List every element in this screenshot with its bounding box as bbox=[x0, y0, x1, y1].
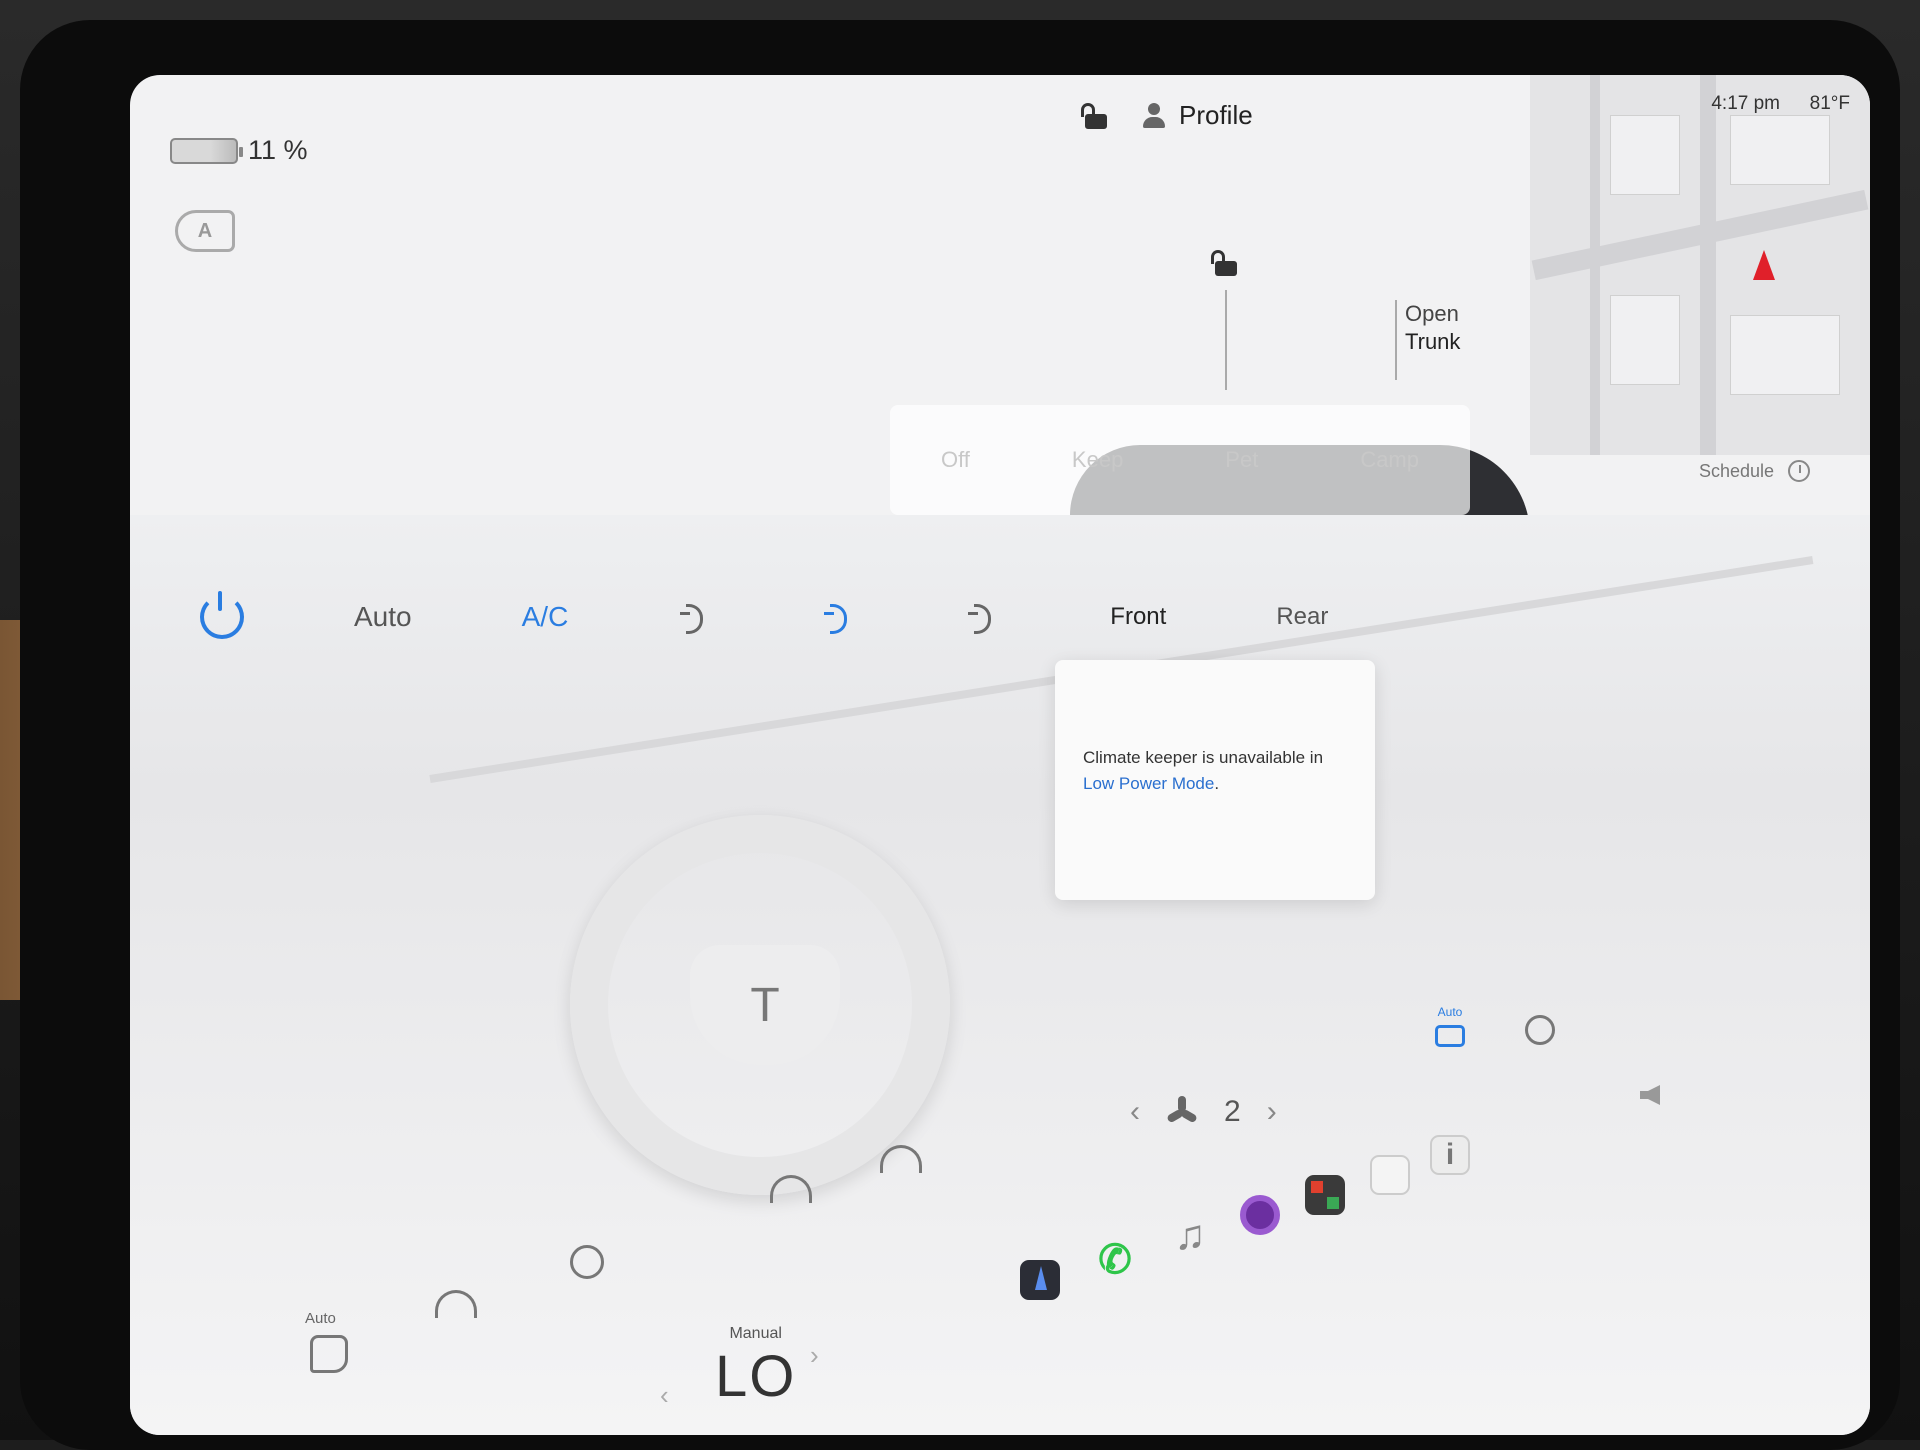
vent-icon[interactable] bbox=[678, 600, 712, 634]
clock-icon bbox=[1788, 460, 1810, 482]
battery-icon bbox=[170, 138, 238, 164]
temperature-control: Manual LO bbox=[715, 1325, 796, 1410]
tab-front[interactable]: Front bbox=[1110, 603, 1166, 631]
keeper-off[interactable]: Off bbox=[941, 447, 970, 473]
steering-heat-icon[interactable] bbox=[570, 1245, 604, 1279]
info-icon[interactable]: i bbox=[1430, 1135, 1470, 1175]
climate-keeper-popup: Climate keeper is unavailable in Low Pow… bbox=[1055, 660, 1375, 900]
biohazard-icon[interactable] bbox=[1525, 1015, 1555, 1045]
keeper-pet[interactable]: Pet bbox=[1225, 447, 1258, 473]
fan-increase-button[interactable]: › bbox=[1267, 1095, 1277, 1129]
fan-decrease-button[interactable]: ‹ bbox=[1130, 1095, 1140, 1129]
guide-line bbox=[1395, 300, 1397, 380]
battery-status: 11 % bbox=[170, 135, 308, 166]
trunk-line2: Trunk bbox=[1405, 328, 1460, 356]
profile-label: Profile bbox=[1179, 100, 1253, 131]
guide-line bbox=[1225, 290, 1227, 390]
fan-control: ‹ 2 › bbox=[1130, 1095, 1277, 1129]
vent-icon[interactable] bbox=[966, 600, 1000, 634]
climate-controls: Auto A/C Front Rear bbox=[200, 595, 1328, 639]
climate-panel bbox=[130, 515, 1870, 1435]
outside-temp: 81°F bbox=[1810, 93, 1850, 115]
keeper-camp[interactable]: Camp bbox=[1360, 447, 1419, 473]
recirculate-button[interactable]: Auto bbox=[1435, 1005, 1465, 1047]
recirc-label: Auto bbox=[1438, 1005, 1463, 1019]
temp-increase-button[interactable]: › bbox=[810, 1340, 819, 1371]
clock-time: 4:17 pm bbox=[1711, 93, 1780, 115]
calendar-icon[interactable] bbox=[1370, 1155, 1410, 1195]
headlight-icon[interactable]: A bbox=[175, 210, 235, 252]
top-center-bar: Profile bbox=[1085, 100, 1253, 131]
auto-button[interactable]: Auto bbox=[354, 601, 412, 633]
fan-speed: 2 bbox=[1224, 1095, 1241, 1129]
person-icon bbox=[1143, 103, 1165, 129]
navigation-app-icon[interactable] bbox=[1020, 1260, 1060, 1300]
map-view[interactable]: 4:17 pm 81°F bbox=[1530, 75, 1870, 455]
toybox-icon[interactable] bbox=[1305, 1175, 1345, 1215]
profile-button[interactable]: Profile bbox=[1143, 100, 1253, 131]
temp-value: LO bbox=[715, 1343, 796, 1410]
temp-decrease-button[interactable]: ‹ bbox=[660, 1380, 669, 1411]
popup-message: Climate keeper is unavailable in bbox=[1083, 748, 1323, 767]
music-icon[interactable]: ♫ bbox=[1170, 1215, 1210, 1255]
schedule-label: Schedule bbox=[1699, 461, 1774, 482]
open-trunk-button[interactable]: Open Trunk bbox=[1405, 300, 1460, 356]
popup-suffix: . bbox=[1214, 774, 1219, 793]
schedule-button[interactable]: Schedule bbox=[1699, 460, 1810, 482]
ac-button[interactable]: A/C bbox=[522, 601, 569, 633]
temp-mode: Manual bbox=[715, 1325, 796, 1343]
keeper-keep[interactable]: Keep bbox=[1072, 447, 1123, 473]
lock-icon bbox=[1215, 250, 1237, 276]
battery-percent: 11 % bbox=[248, 135, 308, 166]
trunk-line1: Open bbox=[1405, 300, 1460, 328]
car-lock-button[interactable] bbox=[1215, 250, 1237, 276]
seat-heater-icon[interactable] bbox=[310, 1335, 348, 1373]
touchscreen: 11 % A Profile 4:17 pm 81°F Open Trunk O… bbox=[130, 75, 1870, 1435]
climate-keeper-selector: Off Keep Pet Camp bbox=[890, 405, 1470, 515]
low-power-mode-link[interactable]: Low Power Mode bbox=[1083, 774, 1214, 793]
camera-icon[interactable] bbox=[1240, 1195, 1280, 1235]
power-icon[interactable] bbox=[200, 595, 244, 639]
recirculate-icon bbox=[1435, 1025, 1465, 1047]
phone-icon[interactable]: ✆ bbox=[1095, 1240, 1135, 1280]
lock-icon[interactable] bbox=[1085, 103, 1107, 129]
tab-rear[interactable]: Rear bbox=[1276, 603, 1328, 631]
nav-arrow-icon bbox=[1753, 250, 1775, 280]
vent-icon[interactable] bbox=[822, 600, 856, 634]
seat-heat-label: Auto bbox=[305, 1310, 336, 1327]
fan-icon bbox=[1166, 1096, 1198, 1128]
